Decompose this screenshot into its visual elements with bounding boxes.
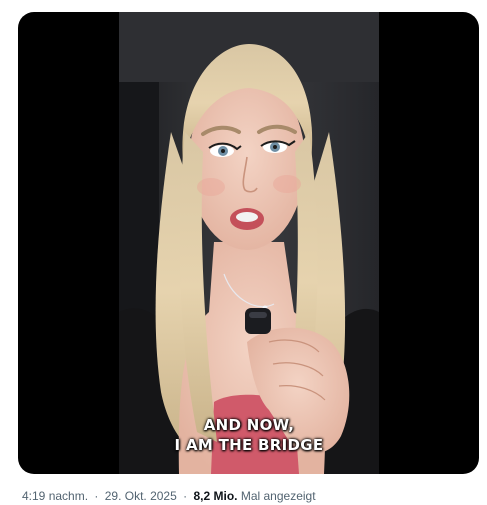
- video-frame[interactable]: AND NOW, I AM THE BRIDGE: [119, 12, 379, 474]
- separator-dot: ·: [183, 489, 188, 503]
- tweet-metadata: 4:19 nachm. · 29. Okt. 2025 · 8,2 Mio. M…: [22, 488, 316, 504]
- video-player[interactable]: AND NOW, I AM THE BRIDGE: [18, 12, 479, 474]
- separator-dot: ·: [94, 489, 99, 503]
- views-count[interactable]: 8,2 Mio.: [193, 489, 237, 503]
- video-still-image: [119, 12, 379, 474]
- subtitle-line-2: I AM THE BRIDGE: [174, 436, 324, 454]
- tweet-detail: AND NOW, I AM THE BRIDGE 4:19 nachm. · 2…: [0, 0, 487, 505]
- views-label: Mal angezeigt: [240, 489, 316, 503]
- subtitle-line-1: AND NOW,: [203, 416, 295, 434]
- post-time[interactable]: 4:19 nachm.: [22, 489, 88, 503]
- post-date[interactable]: 29. Okt. 2025: [105, 489, 177, 503]
